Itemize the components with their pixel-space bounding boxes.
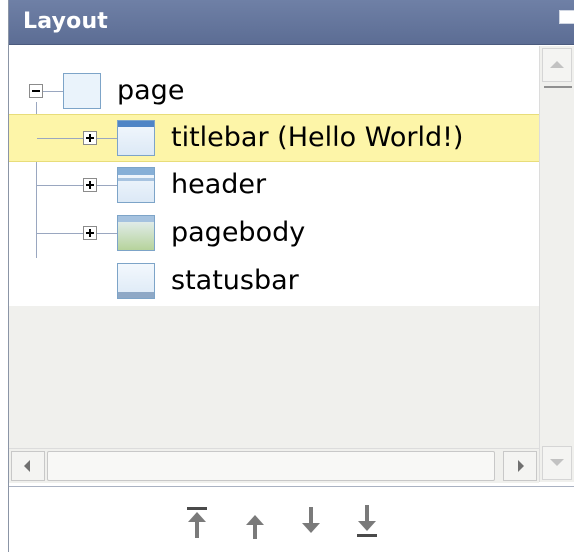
horizontal-scrollbar[interactable] [9, 448, 539, 483]
move-down-icon[interactable] [299, 505, 323, 539]
move-to-bottom-icon[interactable] [355, 505, 379, 539]
tree-node-header[interactable]: header [9, 162, 539, 208]
reorder-toolbar [9, 486, 574, 553]
tree-node-pagebody[interactable]: pagebody [9, 210, 539, 256]
scroll-up-button[interactable] [542, 48, 572, 82]
tree-node-label: page [117, 75, 185, 106]
vertical-scrollbar[interactable] [539, 46, 574, 482]
tree-node-label: statusbar [171, 265, 299, 296]
tree-view: page titlebar (Hello World!) header page… [9, 46, 539, 450]
tree-connector [37, 138, 83, 139]
move-up-icon[interactable] [243, 505, 267, 539]
tree-connector [37, 233, 83, 234]
tree-node-label: header [171, 169, 267, 200]
tree-node-statusbar[interactable]: statusbar [9, 258, 539, 304]
pagebody-icon [117, 215, 155, 251]
expand-toggle-icon[interactable] [83, 226, 97, 240]
move-to-top-icon[interactable] [185, 505, 209, 539]
tree-connector [97, 138, 117, 139]
tree-node-label: titlebar (Hello World!) [171, 122, 464, 153]
panel-title: Layout [23, 9, 109, 34]
tree-connector [37, 185, 83, 186]
panel-titlebar: Layout [9, 0, 574, 45]
titlebar-icon [117, 120, 155, 156]
scroll-right-button[interactable] [503, 451, 537, 481]
scroll-left-button[interactable] [11, 451, 45, 481]
tree-connector [97, 185, 117, 186]
tree-connector [97, 233, 117, 234]
expand-toggle-icon[interactable] [83, 178, 97, 192]
header-icon [117, 167, 155, 203]
scroll-thumb[interactable] [544, 86, 572, 88]
layout-panel: Layout page titlebar (Hello World!) head… [8, 0, 574, 553]
minimize-icon[interactable] [559, 10, 574, 24]
expand-toggle-icon[interactable] [83, 131, 97, 145]
collapse-toggle-icon[interactable] [29, 84, 43, 98]
tree-node-label: pagebody [171, 217, 306, 248]
horizontal-scroll-thumb[interactable] [47, 451, 495, 481]
scroll-down-button[interactable] [542, 446, 572, 480]
page-icon [63, 73, 101, 109]
statusbar-icon [117, 263, 155, 299]
tree-node-page[interactable]: page [9, 68, 539, 114]
tree-connector [43, 91, 63, 92]
tree-items: page titlebar (Hello World!) header page… [9, 46, 539, 306]
tree-node-titlebar[interactable]: titlebar (Hello World!) [9, 114, 539, 162]
